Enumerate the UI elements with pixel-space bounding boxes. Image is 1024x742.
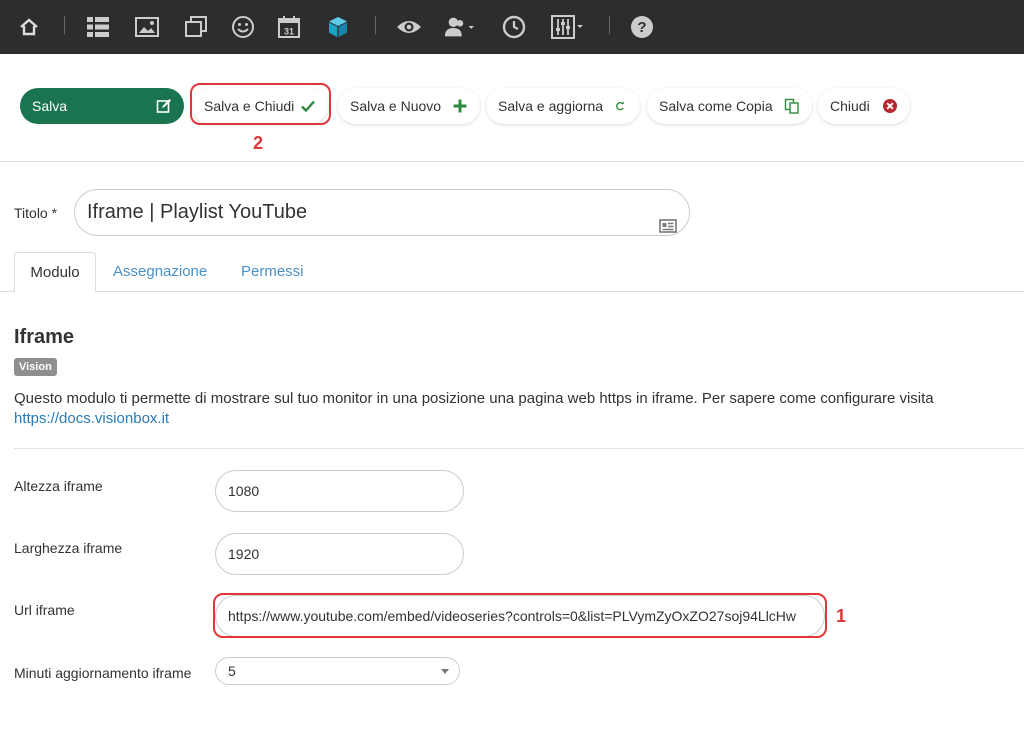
save-button[interactable]: Salva	[20, 88, 184, 124]
description-text: Questo modulo ti permette di mostrare su…	[14, 390, 934, 407]
copy-doc-icon	[784, 98, 800, 114]
top-navbar: 31 ?	[0, 0, 1024, 54]
refresh-minutes-select[interactable]: 5	[215, 657, 460, 685]
save-new-label: Salva e Nuovo	[350, 98, 442, 114]
annotation-highlight-2	[190, 83, 331, 125]
module-title: Iframe	[14, 326, 75, 348]
close-label: Chiudi	[830, 98, 870, 114]
module-description: Questo modulo ti permette di mostrare su…	[14, 389, 1014, 429]
tab-permessi[interactable]: Permessi	[241, 252, 304, 292]
section-divider	[14, 448, 1024, 449]
edit-icon	[156, 98, 172, 114]
refresh-minutes-label: Minuti aggiornamento iframe	[14, 665, 192, 681]
title-value: Iframe | Playlist YouTube	[87, 201, 308, 223]
title-input[interactable]: Iframe | Playlist YouTube	[74, 189, 690, 236]
save-refresh-label: Salva e aggiorna	[498, 98, 604, 114]
id-card-icon	[659, 205, 677, 250]
action-toolbar: Salva Salva e Chiudi 2 Salva e Nuovo Sal…	[0, 54, 1024, 162]
home-icon[interactable]	[13, 11, 45, 43]
image-icon[interactable]	[131, 11, 163, 43]
save-button-label: Salva	[32, 98, 68, 114]
help-icon[interactable]: ?	[626, 11, 658, 43]
copy-icon[interactable]	[180, 11, 212, 43]
height-input[interactable]: 1080	[215, 470, 464, 512]
list-icon[interactable]	[82, 11, 114, 43]
height-label: Altezza iframe	[14, 478, 103, 494]
tab-assegnazione[interactable]: Assegnazione	[113, 252, 207, 292]
close-circle-icon	[882, 98, 898, 114]
tab-modulo[interactable]: Modulo	[14, 252, 96, 293]
save-refresh-button[interactable]: Salva e aggiorna	[486, 88, 640, 124]
save-new-button[interactable]: Salva e Nuovo	[338, 88, 480, 124]
refresh-icon	[612, 98, 628, 114]
nav-separator	[64, 16, 65, 34]
clock-icon[interactable]	[498, 11, 530, 43]
refresh-minutes-value: 5	[228, 663, 236, 679]
close-button[interactable]: Chiudi	[818, 88, 910, 124]
annotation-number-2: 2	[253, 133, 264, 153]
width-input[interactable]: 1920	[215, 533, 464, 575]
url-label: Url iframe	[14, 602, 75, 618]
sliders-icon[interactable]	[550, 11, 586, 43]
width-label: Larghezza iframe	[14, 540, 123, 556]
cube-icon[interactable]	[322, 11, 354, 43]
chevron-down-icon	[441, 669, 449, 674]
calendar-day-text: 31	[284, 27, 294, 37]
eye-icon[interactable]	[393, 11, 425, 43]
users-icon[interactable]	[443, 11, 475, 43]
annotation-number-1: 1	[836, 606, 847, 626]
save-copy-button[interactable]: Salva come Copia	[647, 88, 812, 124]
help-glyph: ?	[637, 19, 646, 36]
plus-icon	[452, 98, 468, 114]
tab-bar: Modulo Assegnazione Permessi	[0, 252, 1024, 293]
nav-separator	[375, 16, 376, 34]
title-label: Titolo *	[14, 205, 58, 221]
vision-badge: Vision	[14, 358, 57, 376]
nav-separator	[609, 16, 610, 34]
calendar-icon[interactable]: 31	[273, 11, 305, 43]
annotation-highlight-1	[213, 593, 827, 638]
docs-link[interactable]: https://docs.visionbox.it	[14, 410, 169, 427]
smiley-icon[interactable]	[227, 11, 259, 43]
save-copy-label: Salva come Copia	[659, 98, 773, 114]
